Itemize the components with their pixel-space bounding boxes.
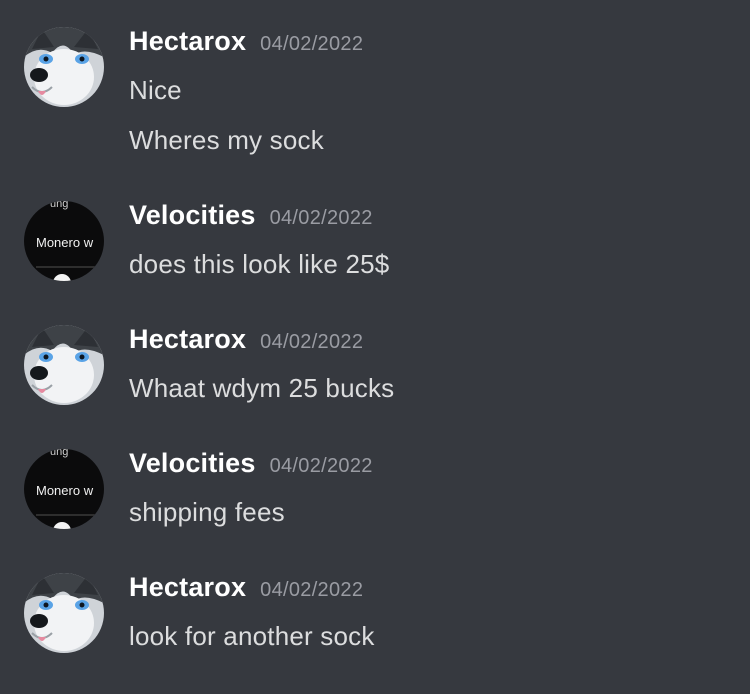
timestamp: 04/02/2022 (260, 579, 364, 601)
message-header: Hectarox 04/02/2022 (129, 23, 363, 59)
husky-avatar[interactable] (24, 27, 104, 107)
message-text: Wheres my sock (129, 125, 324, 155)
svg-text:ung: ung (50, 449, 68, 458)
timestamp: 04/02/2022 (269, 455, 373, 477)
username[interactable]: Hectarox (129, 324, 246, 354)
message-header: Hectarox 04/02/2022 (129, 569, 363, 605)
message-text: shipping fees (129, 497, 285, 527)
timestamp: 04/02/2022 (269, 207, 373, 229)
username[interactable]: Hectarox (129, 572, 246, 602)
avatar-text: Monero w (36, 235, 94, 250)
message-text: Whaat wdym 25 bucks (129, 373, 395, 403)
svg-text:ung: ung (50, 201, 68, 210)
username[interactable]: Velocities (129, 200, 256, 230)
avatar-text: Monero w (36, 483, 94, 498)
message-header: Hectarox 04/02/2022 (129, 321, 363, 357)
husky-avatar[interactable] (24, 573, 104, 653)
message-header: Velocities 04/02/2022 (129, 445, 373, 481)
username[interactable]: Velocities (129, 448, 256, 478)
monero-avatar[interactable]: ung Monero w (24, 449, 104, 529)
message-text: look for another sock (129, 621, 375, 651)
husky-avatar[interactable] (24, 325, 104, 405)
message-text: does this look like 25$ (129, 249, 390, 279)
message-text: Nice (129, 75, 182, 105)
timestamp: 04/02/2022 (260, 331, 364, 353)
message-header: Velocities 04/02/2022 (129, 197, 373, 233)
message-list: Hectarox 04/02/2022 Nice Wheres my sock u… (0, 0, 750, 694)
username[interactable]: Hectarox (129, 26, 246, 56)
timestamp: 04/02/2022 (260, 33, 364, 55)
monero-avatar[interactable]: ung Monero w (24, 201, 104, 281)
